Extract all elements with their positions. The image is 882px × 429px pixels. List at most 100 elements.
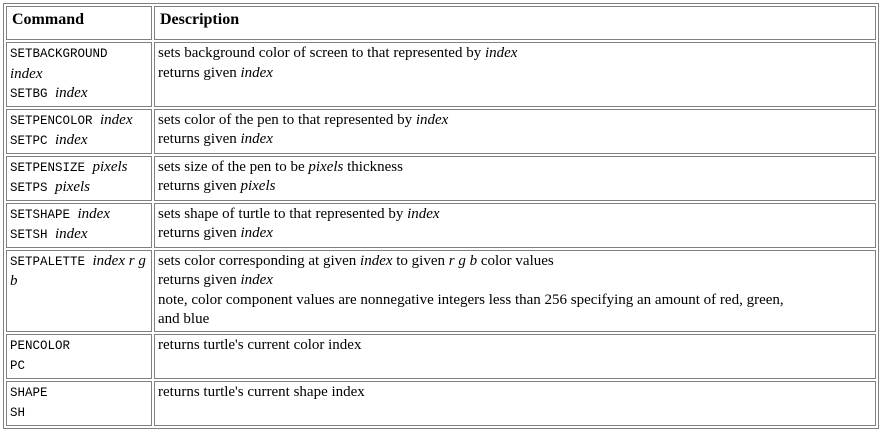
description-text: sets size of the pen to be (158, 158, 309, 175)
table-row: SETPENSIZE pixels SETPS pixels sets size … (6, 155, 876, 201)
command-cell: SETSHAPE index SETSH index (6, 202, 152, 248)
cell-line: sets size of the pen to be pixels thickn… (158, 158, 872, 178)
command-column-header: Command (6, 6, 152, 40)
description-cell: sets color of the pen to that represente… (154, 108, 876, 154)
parameter-text: index r g (92, 252, 146, 269)
command-keyword: SETPALETTE (10, 254, 93, 269)
parameter-text: pixels (308, 158, 344, 175)
description-column-header: Description (154, 6, 876, 40)
command-keyword: SETSHAPE (10, 207, 78, 222)
description-text: returns given (158, 64, 241, 81)
table-row: SETPALETTE index r gb sets color corresp… (6, 249, 876, 332)
cell-line: returns given pixels (158, 177, 872, 197)
command-cell: SETPENSIZE pixels SETPS pixels (6, 155, 152, 201)
description-text: thickness (343, 158, 403, 175)
table-row: SETSHAPE index SETSH index sets shape of … (6, 202, 876, 248)
parameter-text: index (100, 111, 133, 128)
parameter-text: pixels (240, 178, 276, 194)
parameter-text: index (407, 205, 440, 222)
description-text: and blue (158, 311, 210, 327)
parameter-text: index (77, 205, 110, 222)
command-keyword: SETPC (10, 134, 56, 148)
cell-line: SETPS pixels (10, 178, 148, 199)
cell-line: SETBG index (10, 84, 148, 105)
cell-line: SETPENCOLOR index (10, 111, 148, 132)
parameter-text: r g b (448, 252, 478, 269)
cell-line: SETPENSIZE pixels (10, 158, 148, 179)
command-keyword: PENCOLOR (10, 338, 71, 353)
description-cell: sets color corresponding at given index … (154, 249, 876, 332)
table-body: SETBACKGROUND index SETBG index sets backg… (6, 42, 876, 426)
cell-line: SH (10, 403, 148, 424)
parameter-text: pixels (92, 158, 128, 175)
command-keyword: SHAPE (10, 385, 48, 400)
description-text: returns given (158, 178, 241, 194)
parameter-text: index (240, 131, 273, 147)
parameter-text: pixels (55, 179, 91, 195)
cell-line: SETSH index (10, 225, 148, 246)
cell-line: SETSHAPE index (10, 205, 148, 226)
parameter-text: index (484, 45, 518, 61)
parameter-text: index (240, 272, 273, 288)
command-table: Command Description SETBACKGROUND index SE… (3, 3, 879, 429)
header-row: Command Description (6, 6, 876, 40)
description-text: color values (477, 252, 554, 269)
description-cell: sets shape of turtle to that represented… (154, 202, 876, 248)
description-text: returns given (158, 272, 241, 288)
command-keyword: SETSH (10, 228, 56, 242)
command-cell: SETPENCOLOR index SETPC index (6, 108, 152, 154)
parameter-text: b (10, 273, 18, 289)
description-cell: returns turtle's current shape index (154, 380, 876, 426)
cell-line: SETPALETTE index r g (10, 252, 148, 273)
command-cell: SETBACKGROUND index SETBG index (6, 42, 152, 107)
parameter-text: index (55, 226, 88, 242)
cell-line: PENCOLOR (10, 336, 148, 357)
table-row: SETPENCOLOR index SETPC index sets color … (6, 108, 876, 154)
cell-line: returns given index (158, 130, 872, 150)
command-cell: PENCOLOR PC (6, 333, 152, 379)
cell-line: note, color component values are nonnega… (158, 291, 872, 311)
command-keyword: SETBACKGROUND (10, 47, 108, 61)
command-table-container: Command Description SETBACKGROUND index SE… (3, 3, 879, 429)
command-cell: SETPALETTE index r gb (6, 249, 152, 332)
parameter-text: index (240, 64, 273, 81)
cell-line: returns given index (158, 64, 872, 84)
command-keyword: SETBG (10, 87, 56, 101)
command-keyword: SETPENCOLOR (10, 113, 101, 128)
command-cell: SHAPE SH (6, 380, 152, 426)
description-text: returns given (158, 225, 241, 241)
parameter-text: index (55, 132, 88, 148)
cell-line: sets color of the pen to that represente… (158, 111, 872, 131)
table-row: SHAPE SH returns turtle's current shape i… (6, 380, 876, 426)
cell-line: returns given index (158, 271, 872, 291)
description-cell: returns turtle's current color index (154, 333, 876, 379)
description-text: sets background color of screen to that … (158, 45, 485, 61)
description-text: to given (392, 252, 449, 269)
cell-line: returns turtle's current color index (158, 336, 872, 356)
command-keyword: PC (10, 359, 26, 373)
cell-line: sets shape of turtle to that represented… (158, 205, 872, 225)
description-text: note, color component values are nonnega… (158, 291, 784, 308)
cell-line: sets background color of screen to that … (158, 44, 872, 64)
cell-line: SHAPE (10, 383, 148, 404)
command-keyword: SETPS (10, 181, 56, 195)
table-row: SETBACKGROUND index SETBG index sets backg… (6, 42, 876, 107)
cell-line: sets color corresponding at given index … (158, 252, 872, 272)
cell-line: and blue (158, 310, 872, 330)
description-text: returns turtle's current shape index (158, 383, 365, 400)
cell-line: PC (10, 356, 148, 377)
description-cell: sets size of the pen to be pixels thickn… (154, 155, 876, 201)
cell-line: SETBACKGROUND (10, 44, 148, 65)
parameter-text: index (415, 111, 449, 128)
table-header: Command Description (6, 6, 876, 40)
parameter-text: index (10, 65, 43, 82)
cell-line: b (10, 272, 148, 292)
cell-line: returns given index (158, 224, 872, 244)
cell-line: SETPC index (10, 131, 148, 152)
parameter-text: index (55, 85, 88, 101)
parameter-text: index (360, 252, 393, 269)
cell-line: index (10, 65, 148, 85)
description-text: sets color of the pen to that represente… (158, 111, 416, 128)
command-keyword: SETPENSIZE (10, 160, 93, 175)
description-text: returns given (158, 131, 241, 147)
